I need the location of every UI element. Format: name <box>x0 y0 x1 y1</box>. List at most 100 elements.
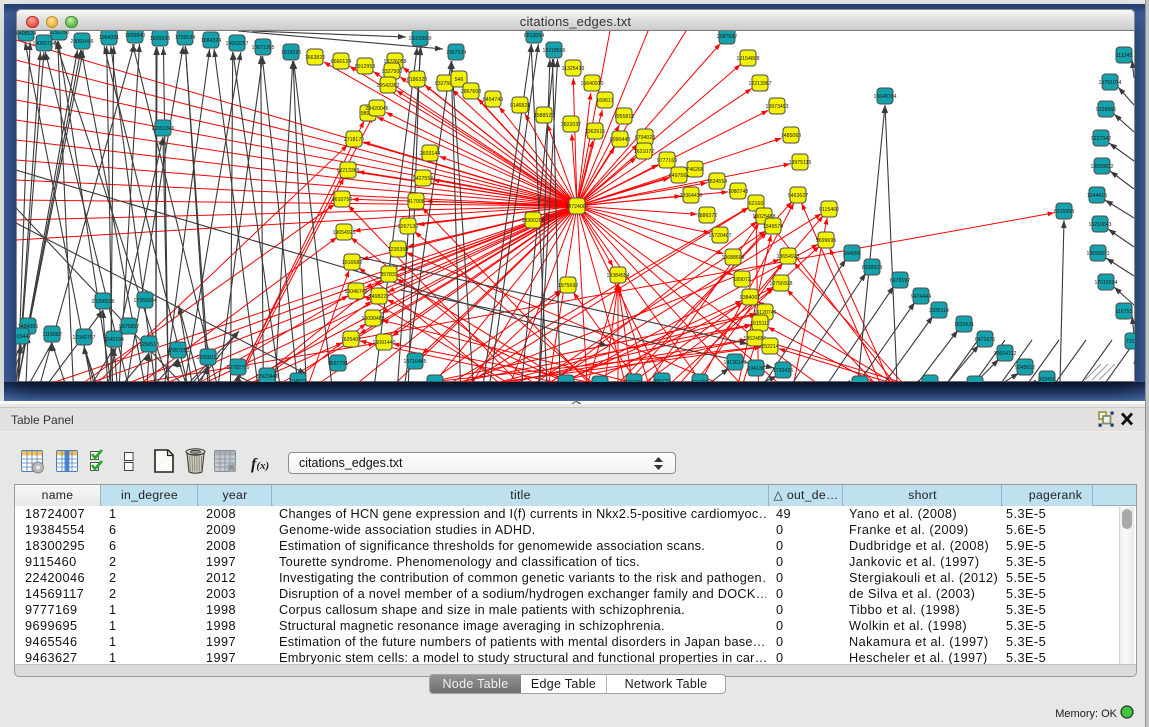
svg-text:189072: 189072 <box>733 277 750 283</box>
svg-text:9146821: 9146821 <box>510 103 530 109</box>
svg-text:16046748: 16046748 <box>344 289 367 295</box>
svg-text:20053346: 20053346 <box>151 126 174 132</box>
svg-text:10654112: 10654112 <box>994 351 1017 357</box>
svg-text:12093832: 12093832 <box>1090 164 1113 170</box>
svg-text:18300295: 18300295 <box>521 218 544 224</box>
svg-text:10958107: 10958107 <box>196 355 219 361</box>
svg-text:1884324: 1884324 <box>201 38 221 44</box>
svg-text:16782759: 16782759 <box>226 365 249 371</box>
svg-text:1916682: 1916682 <box>342 260 362 266</box>
svg-text:11325419: 11325419 <box>562 66 585 72</box>
svg-text:17016504: 17016504 <box>1094 280 1117 286</box>
svg-text:10756928: 10756928 <box>769 281 792 287</box>
svg-text:7886372: 7886372 <box>697 213 717 219</box>
svg-text:19384554: 19384554 <box>606 273 629 279</box>
svg-text:1080748: 1080748 <box>728 189 748 195</box>
svg-text:17957253: 17957253 <box>166 348 189 354</box>
svg-text:16648784: 16648784 <box>873 94 896 100</box>
svg-text:9227342: 9227342 <box>1091 136 1111 142</box>
svg-text:7955812: 7955812 <box>614 114 634 120</box>
svg-text:20091406: 20091406 <box>70 39 93 45</box>
svg-text:8454749: 8454749 <box>483 97 503 103</box>
svg-text:932450: 932450 <box>1038 377 1055 382</box>
svg-text:17359924: 17359924 <box>133 298 156 304</box>
svg-text:62160: 62160 <box>749 201 764 207</box>
svg-text:746266: 746266 <box>686 167 703 173</box>
svg-text:7625402: 7625402 <box>341 337 361 343</box>
svg-text:2718170: 2718170 <box>344 137 364 143</box>
svg-text:12213369: 12213369 <box>336 168 359 174</box>
svg-text:16099489: 16099489 <box>361 316 384 322</box>
svg-text:9129966: 9129966 <box>1096 107 1116 113</box>
svg-text:16033809: 16033809 <box>408 36 431 42</box>
svg-text:15751074: 15751074 <box>1098 80 1121 86</box>
svg-text:18724007: 18724007 <box>565 204 588 210</box>
svg-text:6679197: 6679197 <box>890 278 910 284</box>
svg-text:2935114: 2935114 <box>929 308 949 314</box>
svg-text:1362615: 1362615 <box>585 129 605 135</box>
svg-text:8186328: 8186328 <box>407 77 427 83</box>
svg-text:2087682: 2087682 <box>717 34 737 40</box>
svg-text:10688609: 10688609 <box>721 255 744 261</box>
svg-text:965779: 965779 <box>653 379 670 382</box>
svg-text:1244415: 1244415 <box>1087 193 1107 199</box>
svg-text:12213967: 12213967 <box>748 81 771 87</box>
svg-text:8408524: 8408524 <box>16 31 36 37</box>
svg-text:10543362: 10543362 <box>376 83 399 89</box>
svg-text:104459: 104459 <box>691 380 708 382</box>
svg-text:2603144: 2603144 <box>420 151 440 157</box>
svg-text:13975115: 13975115 <box>789 160 812 166</box>
svg-text:122046: 122046 <box>426 381 443 382</box>
svg-text:f(x): f(x) <box>251 456 269 473</box>
svg-text:1588520: 1588520 <box>534 113 554 119</box>
svg-text:9975857: 9975857 <box>119 324 139 330</box>
svg-text:16210643: 16210643 <box>1088 222 1111 228</box>
svg-text:1615112: 1615112 <box>750 321 770 327</box>
svg-text:9384067: 9384067 <box>740 295 760 301</box>
svg-text:3267130: 3267130 <box>398 224 418 230</box>
svg-text:16640910: 16640910 <box>580 81 603 87</box>
svg-text:10653267: 10653267 <box>225 41 248 47</box>
svg-text:7485063: 7485063 <box>781 133 801 139</box>
svg-text:9463627: 9463627 <box>788 193 808 199</box>
svg-text:1250513: 1250513 <box>139 342 159 348</box>
svg-text:16091440: 16091440 <box>372 340 395 346</box>
svg-text:1709534: 1709534 <box>175 35 195 41</box>
svg-text:103324: 103324 <box>921 381 938 382</box>
svg-text:10973493: 10973493 <box>765 104 788 110</box>
svg-text:12923446: 12923446 <box>255 374 278 380</box>
svg-text:15716485: 15716485 <box>403 359 426 365</box>
svg-text:160784: 160784 <box>625 380 642 382</box>
svg-text:1975692: 1975692 <box>558 283 578 289</box>
svg-text:1250250: 1250250 <box>49 31 69 36</box>
svg-text:7663822: 7663822 <box>305 55 325 61</box>
svg-text:9115460: 9115460 <box>819 207 839 213</box>
svg-text:109213: 109213 <box>557 381 574 382</box>
svg-text:6497568: 6497568 <box>669 173 689 179</box>
svg-text:2867608: 2867608 <box>461 89 481 95</box>
svg-text:8215958: 8215958 <box>1054 209 1074 215</box>
svg-text:3822037: 3822037 <box>561 122 581 128</box>
svg-text:15720407: 15720407 <box>708 233 731 239</box>
svg-text:8912953: 8912953 <box>355 64 375 70</box>
svg-text:20206536: 20206536 <box>91 299 114 305</box>
svg-text:20364436: 20364436 <box>679 193 702 199</box>
svg-text:9474444: 9474444 <box>911 294 931 300</box>
svg-text:7357224: 7357224 <box>446 50 466 56</box>
svg-text:9245612: 9245612 <box>1015 365 1035 371</box>
svg-text:1349579: 1349579 <box>763 224 783 230</box>
svg-text:1235359: 1235359 <box>388 247 408 253</box>
svg-text:3824554: 3824554 <box>707 179 727 185</box>
svg-text:16154808: 16154808 <box>736 56 759 62</box>
svg-text:857833: 857833 <box>380 272 397 278</box>
svg-text:169617: 169617 <box>596 98 613 104</box>
svg-text:1115682: 1115682 <box>42 332 62 338</box>
svg-text:1605536: 1605536 <box>150 36 170 42</box>
svg-text:1621072: 1621072 <box>634 149 654 155</box>
svg-text:14055724: 14055724 <box>32 41 55 47</box>
svg-text:8813054: 8813054 <box>524 33 544 39</box>
svg-text:13654923: 13654923 <box>776 254 799 260</box>
svg-text:72034: 72034 <box>1126 339 1135 345</box>
svg-text:194136: 194136 <box>747 366 764 372</box>
svg-text:252214: 252214 <box>761 344 778 350</box>
